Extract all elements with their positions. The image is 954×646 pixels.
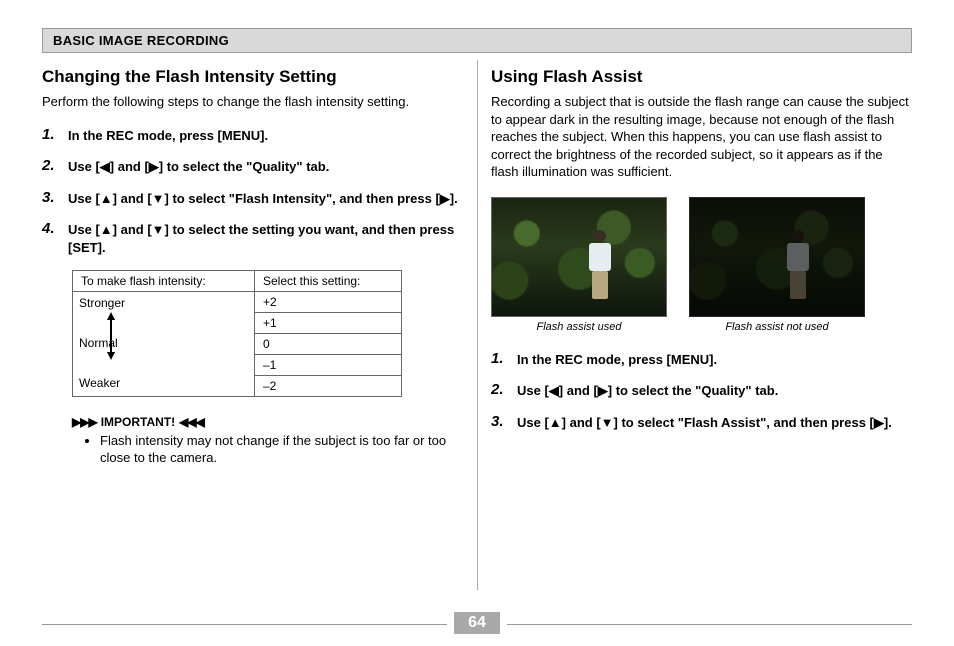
left-step-1: In the REC mode, press [MENU]. (62, 127, 463, 145)
right-step-1: In the REC mode, press [MENU]. (511, 351, 912, 369)
left-column: Changing the Flash Intensity Setting Per… (42, 67, 463, 467)
important-right-chevrons-icon: ▶▶▶ (72, 415, 97, 429)
important-label: IMPORTANT! (101, 415, 175, 429)
section-title: BASIC IMAGE RECORDING (53, 33, 229, 48)
thumb-flash-assist-not-used (689, 197, 865, 317)
column-divider (477, 60, 478, 590)
page-footer: 64 (0, 612, 954, 634)
table-header-left: To make flash intensity: (73, 271, 255, 292)
label-normal: Normal (79, 336, 118, 350)
important-note: Flash intensity may not change if the su… (100, 433, 463, 467)
manual-page: BASIC IMAGE RECORDING Changing the Flash… (0, 0, 954, 646)
table-row: Stronger Normal Weaker +2 (73, 292, 402, 313)
sample-images-row: Flash assist used Flash assist not used (491, 197, 912, 333)
page-number: 64 (454, 612, 500, 634)
important-note-list: Flash intensity may not change if the su… (86, 433, 463, 467)
flash-intensity-table: To make flash intensity: Select this set… (72, 270, 402, 397)
right-intro: Recording a subject that is outside the … (491, 93, 912, 181)
table-val-4: –2 (255, 376, 402, 397)
left-step-4: Use [▲] and [▼] to select the setting yo… (62, 221, 463, 256)
right-heading: Using Flash Assist (491, 67, 912, 87)
section-title-bar: BASIC IMAGE RECORDING (42, 28, 912, 53)
table-val-3: –1 (255, 355, 402, 376)
right-steps: In the REC mode, press [MENU]. Use [◀] a… (491, 351, 912, 432)
sample-flash-assist-not-used: Flash assist not used (689, 197, 865, 333)
table-left-cell: Stronger Normal Weaker (73, 292, 255, 397)
right-column: Using Flash Assist Recording a subject t… (491, 67, 912, 467)
left-intro: Perform the following steps to change th… (42, 93, 463, 111)
right-step-3: Use [▲] and [▼] to select "Flash Assist"… (511, 414, 912, 432)
important-heading: ▶▶▶ IMPORTANT! ◀◀◀ (72, 415, 463, 429)
label-weaker: Weaker (79, 376, 120, 390)
caption-used: Flash assist used (491, 321, 667, 333)
table-val-1: +1 (255, 313, 402, 334)
left-steps: In the REC mode, press [MENU]. Use [◀] a… (42, 127, 463, 257)
left-step-2: Use [◀] and [▶] to select the "Quality" … (62, 158, 463, 176)
label-stronger: Stronger (79, 296, 125, 310)
sample-flash-assist-used: Flash assist used (491, 197, 667, 333)
table-val-2: 0 (255, 334, 402, 355)
left-step-3: Use [▲] and [▼] to select "Flash Intensi… (62, 190, 463, 208)
important-left-chevrons-icon: ◀◀◀ (179, 415, 204, 429)
table-val-0: +2 (255, 292, 402, 313)
footer-line-right (507, 624, 912, 625)
thumb-flash-assist-used (491, 197, 667, 317)
person-icon (587, 230, 613, 300)
foliage-icon (492, 198, 666, 316)
right-step-2: Use [◀] and [▶] to select the "Quality" … (511, 382, 912, 400)
down-arrow-icon (107, 352, 115, 360)
foliage-icon (690, 198, 864, 316)
person-icon (785, 230, 811, 300)
table-header-right: Select this setting: (255, 271, 402, 292)
left-heading: Changing the Flash Intensity Setting (42, 67, 463, 87)
caption-not-used: Flash assist not used (689, 321, 865, 333)
footer-line-left (42, 624, 447, 625)
